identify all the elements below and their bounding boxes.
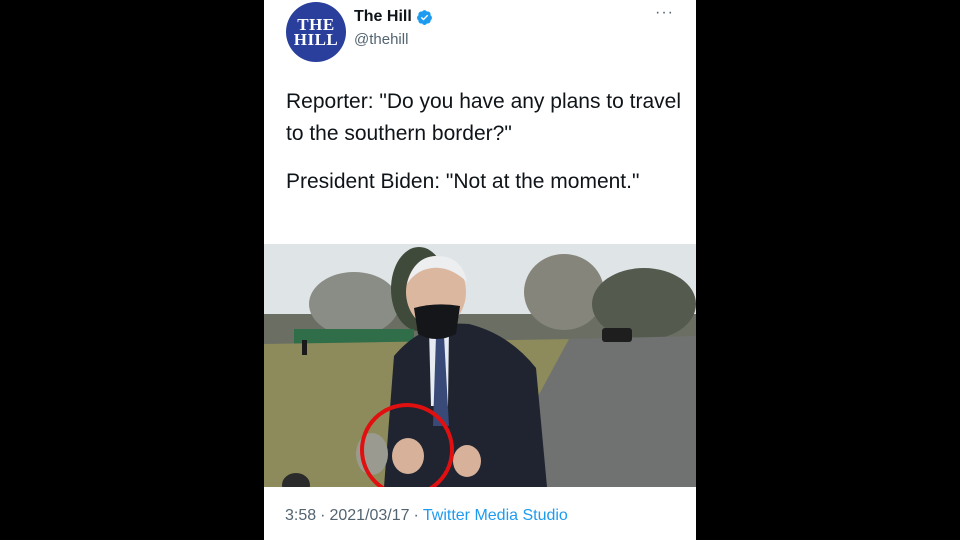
- tweet-time[interactable]: 3:58: [285, 507, 316, 524]
- tweet-source-link[interactable]: Twitter Media Studio: [423, 507, 568, 524]
- tweet-text-line-biden: President Biden: "Not at the moment.": [286, 170, 640, 193]
- tweet-meta: 3:58 · 2021/03/17 · Twitter Media Studio: [285, 507, 568, 525]
- avatar-text-line-2: HILL: [293, 30, 339, 49]
- tweet-date[interactable]: 2021/03/17: [329, 507, 409, 524]
- more-options-icon[interactable]: ···: [655, 4, 674, 22]
- avatar[interactable]: THE HILL: [286, 2, 346, 62]
- meta-separator: ·: [320, 507, 326, 524]
- verified-badge-icon: [416, 9, 432, 25]
- meta-separator: ·: [413, 507, 419, 524]
- author-name[interactable]: The Hill: [354, 8, 412, 26]
- tweet-text-line-reporter: Reporter: "Do you have any plans to trav…: [286, 90, 682, 145]
- author-handle[interactable]: @thehill: [354, 31, 408, 48]
- author-name-row[interactable]: The Hill: [354, 8, 433, 26]
- tweet-card: THE HILL The Hill @thehill ··· Reporter:…: [264, 0, 696, 540]
- video-thumbnail[interactable]: [264, 244, 696, 487]
